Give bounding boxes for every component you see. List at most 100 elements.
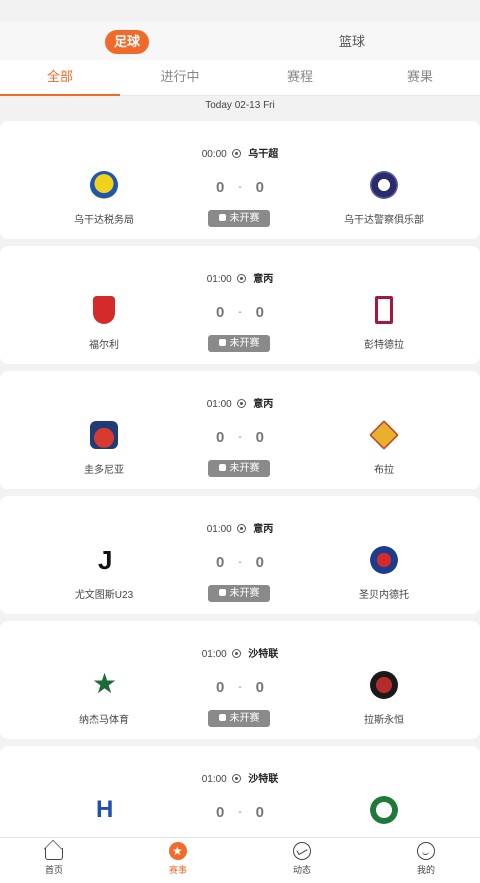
away-team [304, 796, 464, 824]
star-icon [169, 842, 187, 860]
away-team-name: 拉斯永恒 [364, 715, 404, 726]
nav-feed-label: 动态 [292, 865, 311, 875]
status-badge: 未开赛 [208, 585, 270, 602]
status-bar [0, 0, 480, 22]
away-team-name: 乌干达警察俱乐部 [344, 215, 424, 226]
league-name: 意丙 [253, 399, 274, 410]
tab-schedule[interactable]: 赛程 [240, 60, 360, 96]
home-icon [45, 848, 63, 860]
nav-me[interactable]: 我的 [396, 842, 456, 876]
bottom-nav: 首页 赛事 动态 我的 [0, 837, 480, 883]
smile-icon [417, 842, 435, 860]
away-team: 拉斯永恒 [304, 671, 464, 726]
home-team: 圭多尼亚 [24, 421, 184, 476]
match-time: 01:00 [201, 774, 227, 785]
football-icon [236, 274, 246, 283]
home-team-name: 纳杰马体育 [79, 715, 129, 726]
match-time-line: 00:00 乌干超 [0, 145, 480, 160]
away-score: 0 [255, 429, 265, 446]
home-score: 0 [215, 304, 225, 321]
home-team: 福尔利 [24, 296, 184, 351]
score: 0 - 0 [200, 304, 280, 321]
away-score: 0 [255, 179, 265, 196]
score-dash: - [238, 182, 242, 193]
match-time: 01:00 [201, 649, 227, 660]
status-label: 未开赛 [229, 213, 260, 224]
nav-home-label: 首页 [44, 865, 63, 875]
away-team-name: 布拉 [374, 465, 394, 476]
nav-matches[interactable]: 赛事 [148, 842, 208, 876]
score: 0 - 0 [200, 804, 280, 821]
status-badge: 未开赛 [208, 460, 270, 477]
match-time-line: 01:00 沙特联 [0, 770, 480, 785]
clock-icon [218, 714, 226, 721]
match-card[interactable]: 01:00 意丙 福尔利 0 - 0 未开赛 彭特德拉 [0, 246, 480, 364]
nav-me-label: 我的 [416, 865, 435, 875]
away-team-name: 彭特德拉 [364, 340, 404, 351]
football-icon [231, 649, 241, 658]
away-team: 乌干达警察俱乐部 [304, 171, 464, 226]
clock-icon [218, 339, 226, 346]
league-name: 意丙 [253, 524, 274, 535]
match-time: 00:00 [201, 149, 227, 160]
away-team-logo [370, 546, 398, 574]
match-time: 01:00 [206, 274, 232, 285]
tab-live[interactable]: 进行中 [120, 60, 240, 96]
home-score: 0 [215, 429, 225, 446]
score: 0 - 0 [200, 179, 280, 196]
football-tab[interactable]: 足球 [105, 30, 149, 54]
match-time-line: 01:00 意丙 [0, 520, 480, 535]
home-team-logo [90, 796, 118, 824]
score: 0 - 0 [200, 679, 280, 696]
league-name: 沙特联 [248, 649, 279, 660]
away-team-logo [370, 796, 398, 824]
away-team: 布拉 [304, 420, 464, 476]
score-dash: - [238, 557, 242, 568]
status-badge: 未开赛 [208, 210, 270, 227]
away-score: 0 [255, 304, 265, 321]
home-team-logo [90, 546, 118, 574]
home-team-name: 乌干达税务局 [74, 215, 134, 226]
match-time: 01:00 [206, 524, 232, 535]
match-time-line: 01:00 沙特联 [0, 645, 480, 660]
home-team: 纳杰马体育 [24, 668, 184, 726]
home-team [24, 796, 184, 824]
score-dash: - [238, 807, 242, 818]
match-card[interactable]: 00:00 乌干超 乌干达税务局 0 - 0 未开赛 乌干达警察俱乐部 [0, 121, 480, 239]
basketball-tab[interactable]: 篮球 [332, 30, 372, 54]
football-icon [236, 524, 246, 533]
football-icon [231, 149, 241, 158]
clock-icon [218, 589, 226, 596]
status-label: 未开赛 [229, 588, 260, 599]
tab-results[interactable]: 赛果 [360, 60, 480, 96]
away-team: 彭特德拉 [304, 296, 464, 351]
tab-all[interactable]: 全部 [0, 60, 120, 96]
away-team-name: 圣贝内德托 [359, 590, 409, 601]
score-dash: - [238, 682, 242, 693]
nav-home[interactable]: 首页 [24, 842, 84, 876]
away-score: 0 [255, 679, 265, 696]
status-label: 未开赛 [229, 713, 260, 724]
home-team-logo [90, 668, 118, 700]
home-team-name: 尤文图斯U23 [74, 590, 134, 601]
status-badge: 未开赛 [208, 335, 270, 352]
nav-feed[interactable]: 动态 [272, 842, 332, 876]
football-icon [231, 774, 241, 783]
home-team-logo [93, 296, 115, 324]
away-score: 0 [255, 804, 265, 821]
home-team-name: 福尔利 [89, 340, 119, 351]
match-time: 01:00 [206, 399, 232, 410]
date-header: Today 02-13 Fri [0, 96, 480, 116]
match-time-line: 01:00 意丙 [0, 270, 480, 285]
away-team: 圣贝内德托 [304, 546, 464, 601]
match-card[interactable]: 01:00 意丙 圭多尼亚 0 - 0 未开赛 布拉 [0, 371, 480, 489]
home-score: 0 [215, 179, 225, 196]
match-card[interactable]: 01:00 沙特联 纳杰马体育 0 - 0 未开赛 拉斯永恒 [0, 621, 480, 739]
match-time-line: 01:00 意丙 [0, 395, 480, 410]
away-team-logo [370, 671, 398, 699]
match-card[interactable]: 01:00 意丙 尤文图斯U23 0 - 0 未开赛 圣贝内德托 [0, 496, 480, 614]
away-team-logo [369, 420, 399, 450]
score-dash: - [238, 432, 242, 443]
trend-icon [293, 842, 311, 860]
clock-icon [218, 214, 226, 221]
